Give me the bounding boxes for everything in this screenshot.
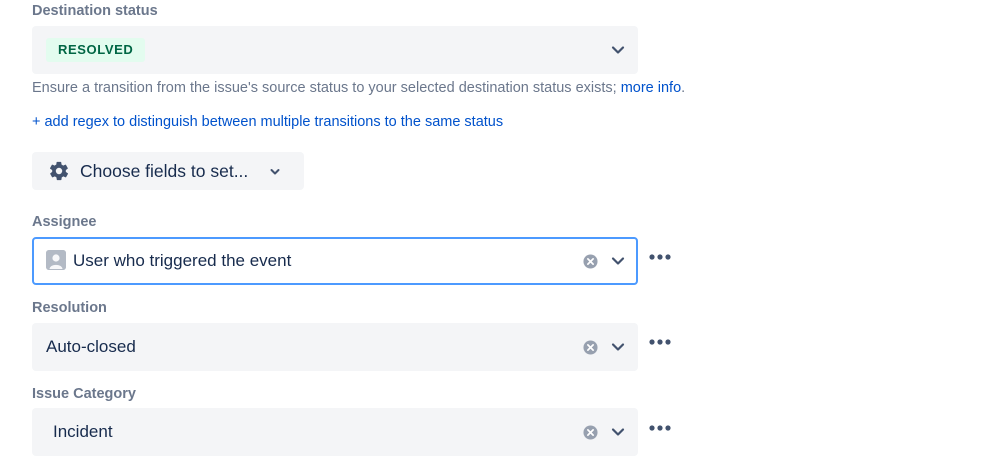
destination-status-select[interactable]: RESOLVED — [32, 26, 638, 74]
assignee-label: Assignee — [32, 214, 97, 230]
chevron-down-icon[interactable] — [610, 339, 626, 355]
more-info-link[interactable]: more info — [621, 80, 681, 96]
help-text-body: Ensure a transition from the issue's sou… — [32, 80, 621, 96]
chevron-down-icon — [270, 169, 280, 175]
resolution-value: Auto-closed — [46, 337, 136, 356]
assignee-value: User who triggered the event — [73, 251, 292, 270]
destination-status-label: Destination status — [32, 3, 158, 19]
more-icon[interactable] — [648, 253, 672, 261]
resolution-label: Resolution — [32, 300, 107, 316]
chevron-down-icon[interactable] — [610, 42, 626, 58]
add-regex-link[interactable]: + add regex to distinguish between multi… — [32, 114, 503, 130]
help-text: Ensure a transition from the issue's sou… — [32, 80, 685, 96]
clear-icon[interactable] — [583, 425, 598, 440]
assignee-select[interactable]: User who triggered the event — [32, 237, 638, 285]
gear-icon — [49, 161, 69, 181]
issue-category-label: Issue Category — [32, 386, 136, 402]
chevron-down-icon[interactable] — [610, 424, 626, 440]
status-lozenge: RESOLVED — [46, 38, 146, 62]
resolution-select[interactable]: Auto-closed — [32, 323, 638, 371]
automation-action-form: Destination status RESOLVED Ensure a tra… — [0, 0, 998, 461]
help-text-suffix: . — [681, 80, 686, 96]
more-icon[interactable] — [648, 338, 672, 346]
avatar-icon — [46, 250, 66, 270]
more-icon[interactable] — [648, 424, 672, 432]
issue-category-value: Incident — [53, 422, 113, 441]
clear-icon[interactable] — [583, 340, 598, 355]
chevron-down-icon[interactable] — [610, 253, 626, 269]
issue-category-select[interactable]: Incident — [32, 408, 638, 456]
choose-fields-label: Choose fields to set... — [80, 161, 249, 181]
clear-icon[interactable] — [583, 254, 598, 269]
choose-fields-button[interactable]: Choose fields to set... — [32, 152, 304, 190]
